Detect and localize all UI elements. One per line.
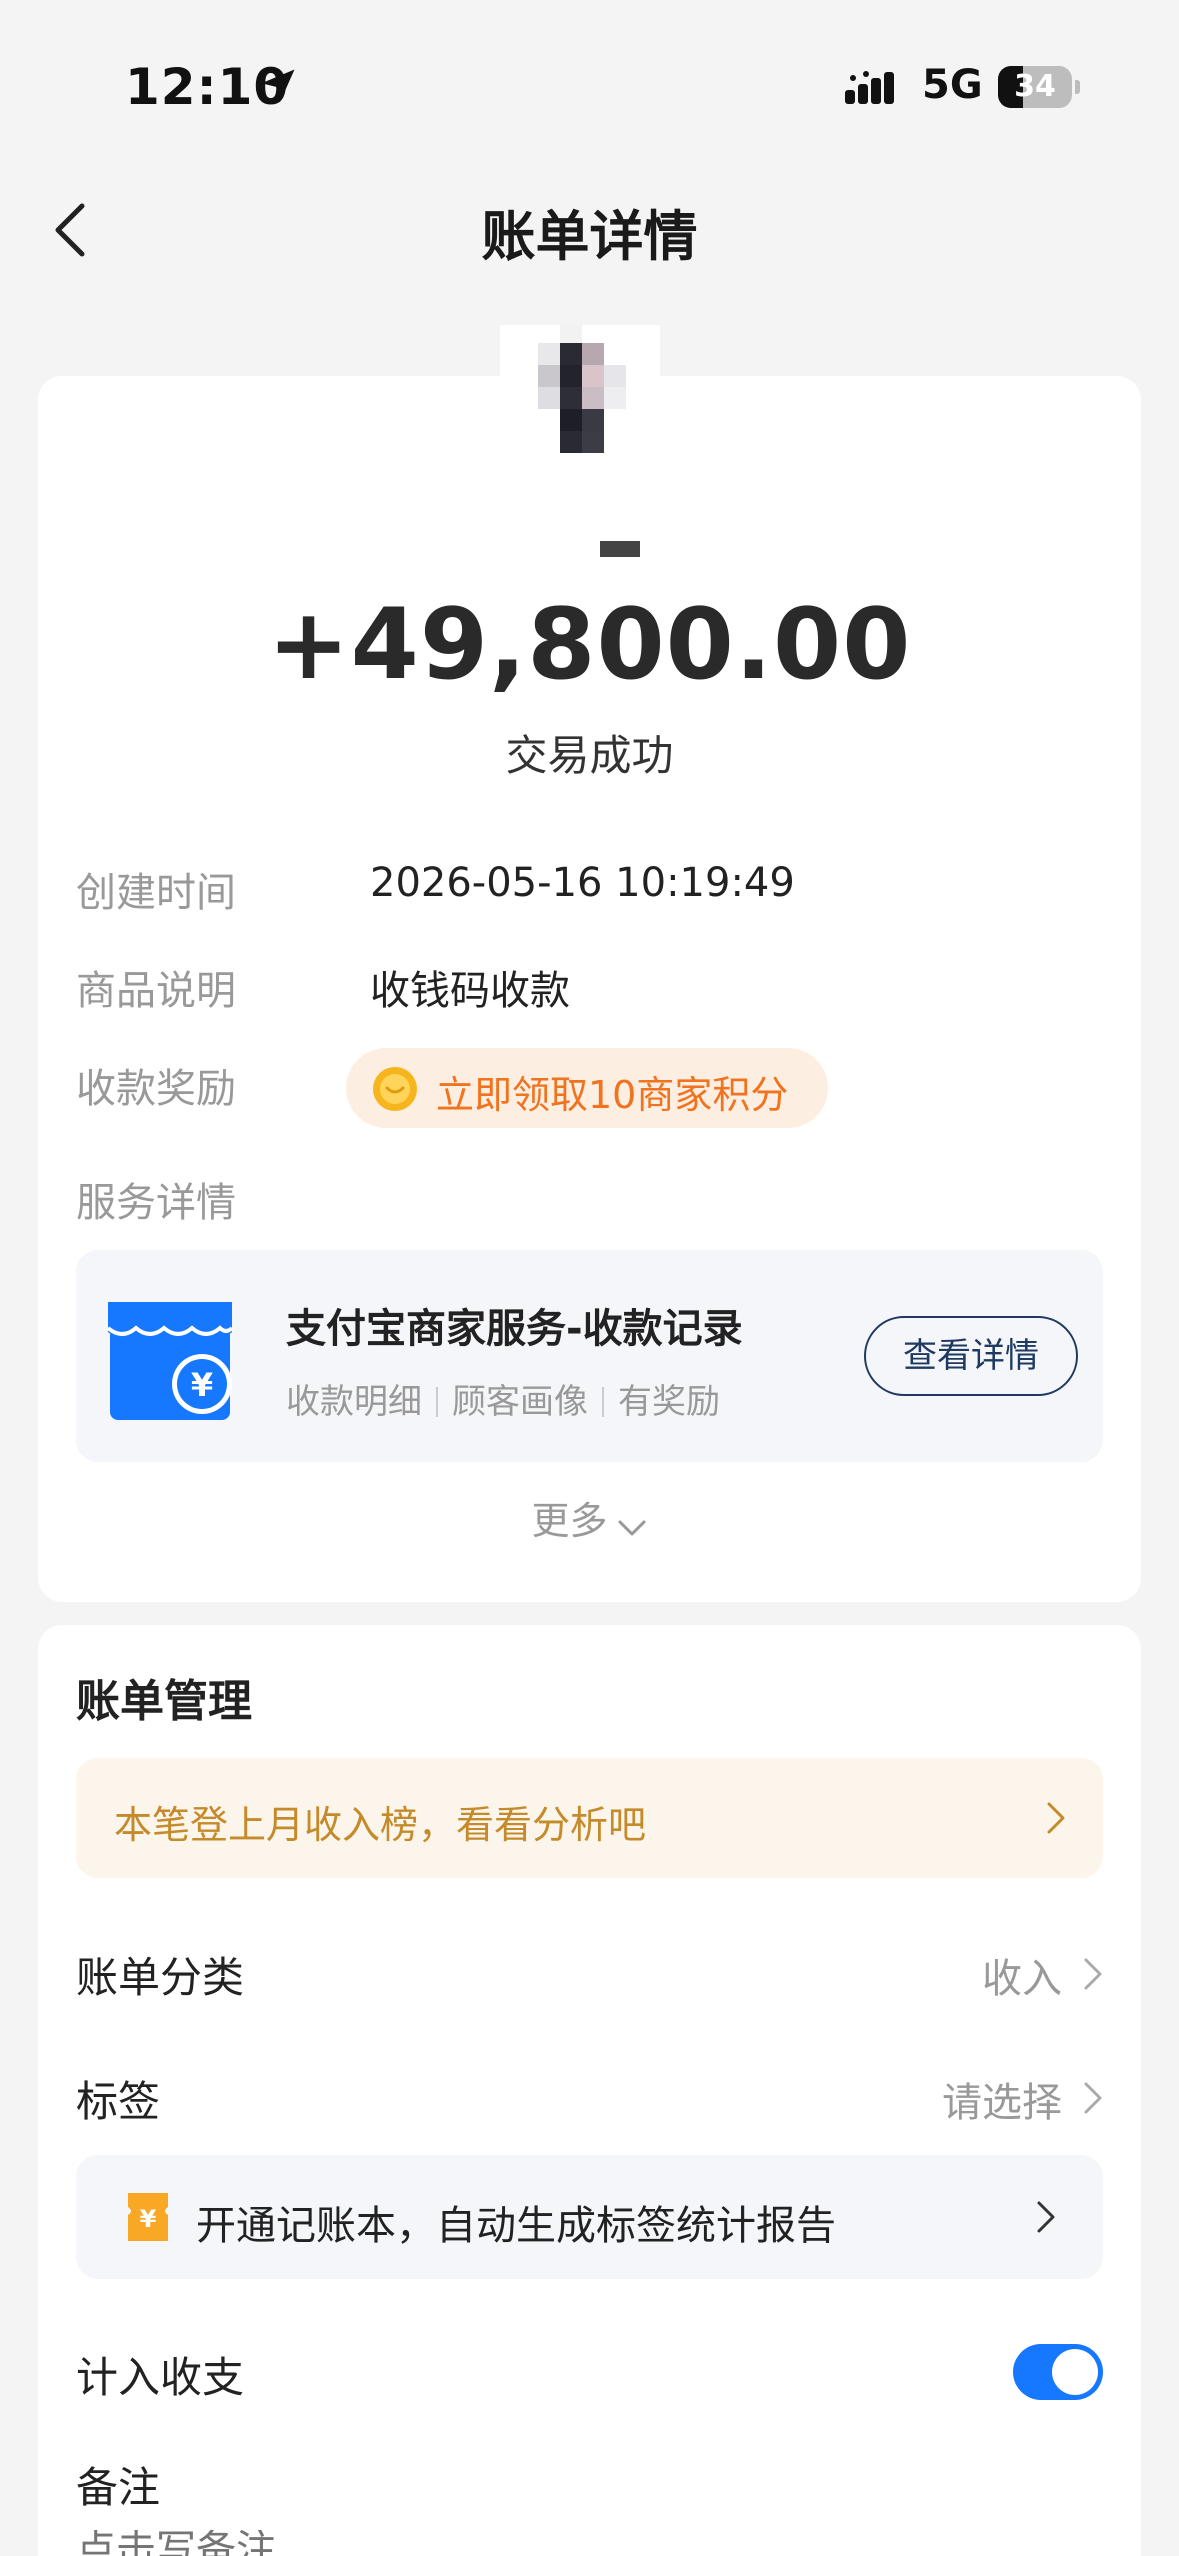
svg-text:¥: ¥ (191, 1366, 213, 1404)
avatar (500, 325, 660, 485)
service-title: 支付宝商家服务-收款记录 (286, 1306, 743, 1352)
transaction-amount: +49,800.00 (267, 588, 912, 702)
reward-text: 立即领取10商家积分 (436, 1073, 789, 1117)
battery-icon: 34 (998, 66, 1080, 108)
status-bar: 12:10 5G 34 (0, 0, 1179, 150)
view-details-button[interactable]: 查看详情 (864, 1316, 1078, 1396)
claim-reward-button[interactable]: 立即领取10商家积分 (346, 1048, 828, 1128)
location-arrow-icon (261, 69, 295, 103)
service-sub-item: 有奖励 (618, 1382, 720, 1422)
include-in-stats-toggle[interactable] (1013, 2344, 1103, 2400)
tag-select[interactable]: 请选择 (942, 2070, 1062, 2128)
service-subtitle: 收款明细 顾客画像 有奖励 (286, 1374, 720, 1423)
bill-detail-page: 12:10 5G 34 账单详情 +49,800.00 交易成功 创建时间 20… (0, 0, 1179, 2556)
merchant-service-card[interactable]: ¥ 支付宝商家服务-收款记录 收款明细 顾客画像 有奖励 查看详情 (76, 1250, 1103, 1462)
signal-icon (845, 71, 894, 104)
shop-icon: ¥ (106, 1302, 234, 1420)
service-sub-item: 顾客画像 (452, 1382, 588, 1422)
note-label: 备注 (76, 2463, 161, 2512)
bill-category-label: 账单分类 (76, 1953, 245, 2002)
product-desc-value: 收钱码收款 (370, 968, 570, 1014)
page-title: 账单详情 (481, 205, 698, 268)
created-time-value: 2026-05-16 10:19:49 (370, 860, 795, 906)
ticket-icon: ¥ (128, 2193, 168, 2241)
coin-icon (373, 1067, 417, 1111)
bookkeeping-banner[interactable]: ¥ 开通记账本，自动生成标签统计报告 (76, 2155, 1103, 2279)
bookkeeping-text: 开通记账本，自动生成标签统计报告 (196, 2203, 836, 2249)
income-rank-text: 本笔登上月收入榜，看看分析吧 (114, 1803, 647, 1847)
income-rank-banner[interactable]: 本笔登上月收入榜，看看分析吧 (76, 1758, 1103, 1878)
bill-category-value[interactable]: 收入 (982, 1946, 1062, 2004)
reward-label: 收款奖励 (76, 1066, 236, 1112)
tag-label: 标签 (76, 2077, 161, 2126)
note-input[interactable] (76, 2530, 976, 2556)
chevron-right-icon[interactable] (1082, 2078, 1106, 2118)
svg-text:¥: ¥ (140, 2205, 157, 2233)
bill-management-title: 账单管理 (76, 1676, 252, 1727)
more-label: 更多 (531, 1499, 608, 1543)
service-sub-item: 收款明细 (286, 1382, 422, 1422)
chevron-down-icon (618, 1520, 645, 1536)
chevron-right-icon (1047, 1802, 1065, 1834)
include-in-stats-label: 计入收支 (76, 2353, 245, 2402)
more-button[interactable]: 更多 (0, 1490, 1179, 1545)
battery-level: 34 (1014, 69, 1056, 104)
service-detail-label: 服务详情 (76, 1180, 236, 1226)
network-type: 5G (922, 62, 983, 108)
created-time-label: 创建时间 (76, 870, 236, 916)
payer-name-mask (600, 541, 640, 557)
chevron-right-icon (1037, 2201, 1055, 2233)
product-desc-label: 商品说明 (76, 968, 236, 1014)
chevron-right-icon[interactable] (1082, 1954, 1106, 1994)
toggle-knob (1052, 2349, 1098, 2395)
transaction-status: 交易成功 (505, 731, 674, 780)
